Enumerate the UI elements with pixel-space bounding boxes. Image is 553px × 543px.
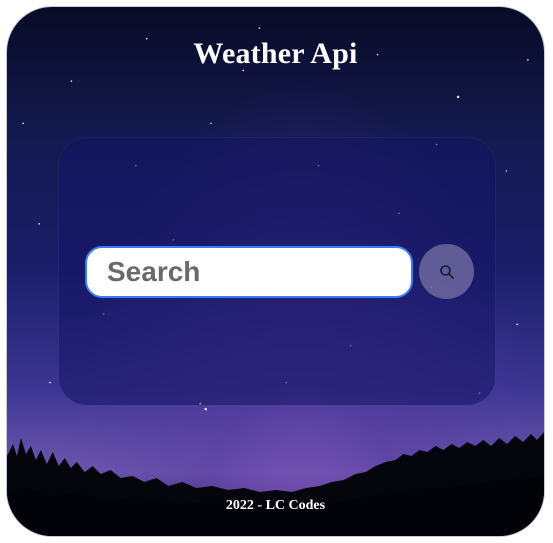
weather-app-window: Weather Api 2022 - LC Codes: [6, 6, 545, 537]
search-button[interactable]: [419, 244, 474, 299]
search-icon: [439, 264, 454, 279]
search-card: [59, 138, 495, 405]
search-bar: [85, 244, 474, 299]
app-title: Weather Api: [193, 37, 358, 70]
city-search-input[interactable]: [85, 245, 413, 298]
forest-silhouette: [7, 432, 544, 536]
footer-credit: 2022 - LC Codes: [225, 498, 326, 513]
